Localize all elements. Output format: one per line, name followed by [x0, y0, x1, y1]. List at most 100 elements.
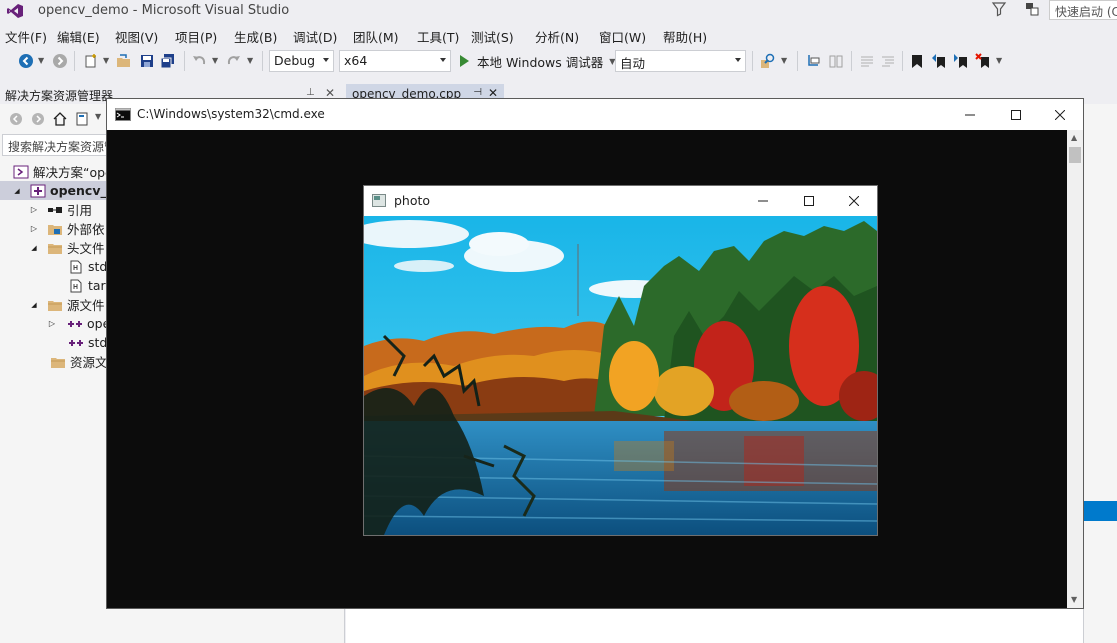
vs-titlebar: opencv_demo - Microsoft Visual Studio 快速… [0, 0, 1117, 22]
new-project-icon[interactable] [83, 53, 99, 69]
header-file-icon [70, 260, 82, 273]
panel-selected-row [1083, 501, 1117, 521]
scroll-up-icon[interactable]: ▲ [1071, 133, 1077, 142]
back-icon[interactable] [9, 112, 23, 126]
expanded-arrow-icon[interactable]: ◢ [29, 301, 39, 309]
feedback-icon[interactable] [1024, 1, 1040, 17]
chevron-down-icon[interactable]: ▼ [95, 112, 101, 121]
vertical-scrollbar[interactable]: ▲ ▼ [1067, 130, 1083, 608]
collapsed-arrow-icon[interactable]: ▷ [29, 224, 39, 233]
toolbar-separator [752, 51, 753, 71]
pin-icon[interactable]: ⊥ [306, 87, 315, 98]
toolbar-separator [184, 51, 185, 71]
minimize-icon [965, 114, 975, 115]
scroll-down-icon[interactable]: ▼ [1071, 595, 1077, 604]
clear-bookmarks-icon[interactable] [975, 53, 991, 69]
solution-platform-value: x64 [344, 53, 368, 68]
chevron-down-icon[interactable]: ▼ [247, 56, 253, 65]
close-button[interactable] [1037, 99, 1083, 130]
debugger-label: 本地 Windows 调试器 [477, 54, 604, 70]
menu-view[interactable]: 视图(V) [110, 24, 170, 46]
menu-tools[interactable]: 工具(T) [412, 24, 466, 46]
previous-bookmark-icon[interactable] [931, 53, 947, 69]
photo-window-title: photo [394, 193, 431, 208]
tree-item-label: 解决方案“ope [33, 165, 113, 180]
redo-icon[interactable] [226, 53, 242, 69]
menu-build[interactable]: 生成(B) [229, 24, 288, 46]
switch-views-icon[interactable] [75, 111, 91, 127]
menu-bar: 文件(F) 编辑(E) 视图(V) 项目(P) 生成(B) 调试(D) 团队(M… [0, 24, 1117, 46]
folder-icon [48, 300, 62, 311]
bookmark-icon[interactable] [909, 53, 925, 69]
menu-analyze[interactable]: 分析(N) [530, 24, 594, 46]
visual-studio-logo-icon [7, 4, 23, 18]
tree-item-label: 引用 [67, 203, 93, 218]
photo-image [364, 216, 877, 535]
tree-item-label: 外部依 [67, 222, 105, 237]
references-icon [48, 206, 62, 213]
play-icon [460, 55, 469, 67]
solution-platform-select[interactable]: x64 [339, 50, 451, 72]
close-button[interactable] [831, 186, 877, 216]
minimize-button[interactable] [947, 99, 993, 130]
maximize-button[interactable] [786, 186, 832, 216]
forward-icon[interactable] [31, 112, 45, 126]
save-icon[interactable] [139, 53, 155, 69]
expanded-arrow-icon[interactable]: ◢ [29, 244, 39, 252]
maximize-icon [1011, 109, 1021, 120]
tree-item-label: 头文件 [67, 241, 105, 256]
menu-edit[interactable]: 编辑(E) [52, 24, 110, 46]
step-into-icon[interactable] [806, 53, 822, 69]
tree-item-label: std [88, 335, 108, 350]
next-bookmark-icon[interactable] [953, 53, 969, 69]
chevron-down-icon[interactable]: ▼ [38, 56, 44, 65]
step-over-icon[interactable] [828, 53, 844, 69]
menu-help[interactable]: 帮助(H) [658, 24, 722, 46]
header-file-icon [70, 279, 82, 292]
scrollbar-thumb[interactable] [1069, 147, 1081, 163]
quick-launch-input[interactable]: 快速启动 (C [1049, 0, 1117, 20]
open-file-icon[interactable] [116, 53, 132, 69]
cpp-file-icon [69, 339, 83, 346]
toolbar-separator [797, 51, 798, 71]
menu-file[interactable]: 文件(F) [0, 24, 52, 46]
photo-titlebar[interactable]: photo [364, 186, 877, 216]
tree-item-label: std [88, 259, 108, 274]
menu-project[interactable]: 项目(P) [170, 24, 229, 46]
collapsed-arrow-icon[interactable]: ▷ [29, 205, 39, 214]
find-in-files-icon[interactable] [760, 53, 776, 69]
expanded-arrow-icon[interactable]: ◢ [12, 187, 22, 195]
debug-target-value: 自动 [620, 56, 646, 71]
cmd-titlebar[interactable]: C:\Windows\system32\cmd.exe [107, 99, 1083, 130]
photo-window[interactable]: photo [363, 185, 878, 536]
menu-test[interactable]: 测试(S) [466, 24, 530, 46]
maximize-button[interactable] [993, 99, 1039, 130]
cmd-window-title: C:\Windows\system32\cmd.exe [137, 107, 325, 121]
uncomment-icon[interactable] [880, 53, 896, 69]
undo-icon[interactable] [191, 53, 207, 69]
menu-debug[interactable]: 调试(D) [288, 24, 348, 46]
menu-team[interactable]: 团队(M) [348, 24, 412, 46]
filter-icon[interactable] [991, 1, 1007, 17]
pin-icon[interactable]: ⊣ [473, 87, 482, 98]
chevron-down-icon[interactable]: ▼ [996, 56, 1002, 65]
solution-debug-target-select[interactable]: 自动 [615, 50, 746, 72]
minimize-button[interactable] [740, 186, 786, 216]
image-window-icon [372, 194, 386, 207]
solution-configuration-select[interactable]: Debug [269, 50, 334, 72]
menu-window[interactable]: 窗口(W) [594, 24, 658, 46]
collapsed-arrow-icon[interactable]: ▷ [47, 319, 57, 328]
cpp-file-icon [68, 320, 82, 327]
navigate-forward-icon[interactable] [52, 53, 68, 69]
folder-icon [48, 243, 62, 254]
window-title: opencv_demo - Microsoft Visual Studio [38, 3, 290, 18]
navigate-back-icon[interactable] [18, 53, 34, 69]
comment-out-icon[interactable] [859, 53, 875, 69]
home-icon[interactable] [52, 111, 68, 127]
start-debugging-button[interactable]: 本地 Windows 调试器 ▼ [460, 52, 615, 70]
chevron-down-icon[interactable]: ▼ [103, 56, 109, 65]
save-all-icon[interactable] [160, 53, 176, 69]
chevron-down-icon[interactable]: ▼ [781, 56, 787, 65]
chevron-down-icon[interactable]: ▼ [212, 56, 218, 65]
maximize-icon [804, 196, 814, 206]
